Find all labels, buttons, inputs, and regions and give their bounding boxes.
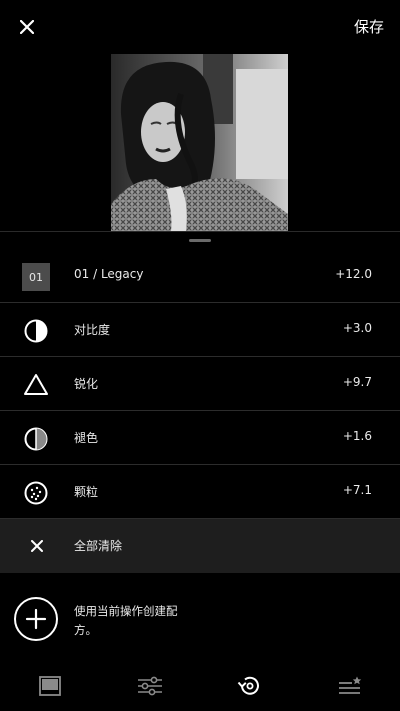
plus-icon — [25, 608, 47, 630]
tab-recipes[interactable] — [336, 673, 364, 699]
create-recipe-button[interactable] — [14, 597, 58, 641]
contrast-icon — [24, 319, 48, 343]
preset-value: +12.0 — [335, 267, 372, 281]
sharpen-row[interactable]: 锐化 +9.7 — [0, 357, 400, 411]
fade-icon — [24, 427, 48, 451]
close-icon — [20, 20, 34, 34]
preset-row[interactable]: 01 01 / Legacy +12.0 — [0, 249, 400, 303]
contrast-row[interactable]: 对比度 +3.0 — [0, 303, 400, 357]
create-recipe-text: 使用当前操作创建配方。 — [74, 604, 178, 637]
preset-label: 01 / Legacy — [74, 267, 144, 281]
contrast-label: 对比度 — [74, 323, 111, 337]
close-button[interactable] — [14, 14, 40, 40]
clear-icon — [31, 540, 43, 552]
fade-row[interactable]: 褪色 +1.6 — [0, 411, 400, 465]
tools-tab-icon — [138, 676, 162, 696]
clear-all-label: 全部清除 — [74, 539, 123, 553]
grain-value: +7.1 — [342, 483, 372, 497]
photo-preview[interactable] — [111, 54, 288, 231]
tab-tools[interactable] — [136, 673, 164, 699]
top-bar: 保存 — [0, 0, 400, 54]
presets-tab-icon — [39, 676, 61, 696]
bottom-nav — [0, 661, 400, 711]
sharpen-label: 锐化 — [74, 377, 99, 391]
grain-icon — [24, 481, 48, 505]
tab-presets[interactable] — [36, 673, 64, 699]
sharpen-icon — [24, 374, 48, 395]
history-tab-icon — [237, 676, 259, 695]
fade-label: 褪色 — [74, 431, 99, 445]
preset-badge: 01 — [22, 263, 50, 291]
sheet-grabber[interactable] — [189, 239, 211, 242]
contrast-value: +3.0 — [342, 321, 372, 335]
grain-label: 颗粒 — [74, 485, 99, 499]
create-recipe-section: 使用当前操作创建配方。 — [0, 560, 400, 660]
sharpen-value: +9.7 — [342, 375, 372, 389]
tab-history[interactable] — [236, 673, 264, 699]
fade-value: +1.6 — [342, 429, 372, 443]
recipes-tab-icon — [339, 676, 362, 694]
grain-row[interactable]: 颗粒 +7.1 — [0, 465, 400, 519]
save-button[interactable]: 保存 — [354, 16, 384, 37]
